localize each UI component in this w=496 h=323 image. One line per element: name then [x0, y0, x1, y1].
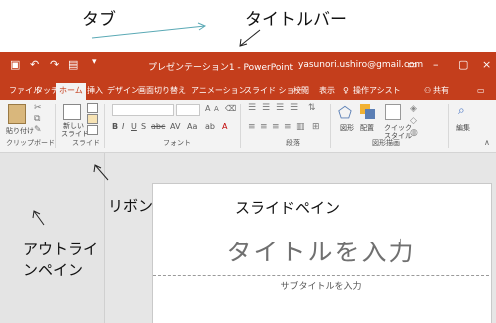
- titlebar-callout: タイトルバー: [245, 10, 347, 30]
- section-icon[interactable]: [87, 125, 98, 135]
- divider: [330, 104, 331, 148]
- shadow-icon[interactable]: S: [141, 122, 146, 131]
- customize-icon[interactable]: ▾: [92, 57, 97, 67]
- tab-view[interactable]: 表示: [316, 83, 338, 100]
- arrange-button-label[interactable]: 配置: [360, 124, 374, 132]
- line-spacing-icon[interactable]: ☰: [290, 103, 298, 113]
- font-name-combobox[interactable]: [112, 104, 174, 116]
- ribbon-display-icon[interactable]: ▭: [407, 58, 417, 71]
- copy-icon[interactable]: ⧉: [34, 114, 40, 124]
- underline-icon[interactable]: U: [131, 122, 137, 131]
- align-left-icon[interactable]: ≡: [248, 122, 256, 132]
- redo-icon[interactable]: ↷: [50, 58, 59, 71]
- undo-icon[interactable]: ↶: [30, 58, 39, 71]
- collapse-ribbon-icon[interactable]: ∧: [484, 138, 490, 147]
- tab-review[interactable]: 校閲: [290, 83, 312, 100]
- restore-icon[interactable]: ▢: [458, 58, 468, 71]
- title-bar: ▣ ↶ ↷ ▤ ▾ プレゼンテーション1 - PowerPoint yasuno…: [0, 52, 496, 80]
- tab-transitions[interactable]: 画面切り替え: [135, 83, 189, 100]
- numbering-icon[interactable]: ☰: [262, 103, 270, 113]
- divider: [104, 104, 105, 148]
- paste-icon[interactable]: [8, 104, 26, 124]
- font-color-icon[interactable]: A: [222, 122, 227, 131]
- arrange-icon-2: [365, 109, 375, 119]
- minimize-icon[interactable]: –: [433, 58, 439, 71]
- outline-pane-callout-line2: ンペイン: [23, 261, 84, 279]
- save-icon[interactable]: ▣: [10, 58, 20, 71]
- strikethrough-icon[interactable]: abc: [151, 122, 165, 131]
- shapes-button-label[interactable]: 図形: [340, 124, 354, 132]
- italic-icon[interactable]: I: [122, 122, 124, 131]
- change-case-icon[interactable]: Aa: [187, 122, 197, 131]
- presentation-icon[interactable]: ▤: [68, 58, 78, 71]
- outline-pane-callout-line1: アウトライ: [23, 240, 99, 258]
- ribbon: 貼り付け ✂ ⧉ ✎ クリップボード 新しい スライド スライド A A ⌫ B…: [0, 100, 496, 153]
- group-drawing: 図形描画: [372, 139, 400, 147]
- quick-styles-label-1[interactable]: クイック: [384, 124, 412, 132]
- clear-format-icon[interactable]: ⌫: [225, 104, 236, 113]
- paste-button-label[interactable]: 貼り付け: [6, 127, 34, 135]
- new-slide-label-2[interactable]: スライド: [61, 130, 89, 138]
- indent-icon[interactable]: ☰: [276, 103, 284, 113]
- search-icon[interactable]: ⌕: [458, 103, 465, 118]
- shapes-icon[interactable]: ⬠: [338, 103, 352, 122]
- shrink-font-icon[interactable]: A: [214, 105, 219, 113]
- tab-tell-me[interactable]: 操作アシスト: [350, 83, 404, 100]
- share-button[interactable]: 共有: [430, 83, 452, 100]
- cut-icon[interactable]: ✂: [34, 103, 42, 113]
- align-right-icon[interactable]: ≡: [272, 122, 280, 132]
- account-name[interactable]: yasunori.ushiro@gmail.com: [298, 60, 423, 70]
- text-direction-icon[interactable]: ⇅: [308, 103, 316, 113]
- layout-icon[interactable]: [87, 103, 98, 113]
- ribbon-callout: リボン: [108, 197, 154, 215]
- shape-fill-icon[interactable]: ◈: [410, 104, 417, 114]
- shape-effects-icon[interactable]: ◍: [410, 128, 418, 138]
- edit-button-label[interactable]: 編集: [456, 124, 470, 132]
- window-title: プレゼンテーション1 - PowerPoint: [148, 63, 294, 73]
- subtitle-placeholder-text: サブタイトルを入力: [280, 282, 362, 292]
- group-font: フォント: [163, 139, 191, 147]
- font-size-combobox[interactable]: [176, 104, 200, 116]
- ribbon-tabs: ファイル タッチ ホーム 挿入 デザイン 画面切り替え アニメーション スライド…: [0, 80, 496, 100]
- slide-pane-callout: スライドペイン: [235, 199, 341, 217]
- smartart-icon[interactable]: ⊞: [312, 122, 320, 132]
- divider: [55, 104, 56, 148]
- char-spacing-icon[interactable]: AV: [170, 122, 180, 131]
- divider: [240, 104, 241, 148]
- tab-callout: タブ: [82, 10, 116, 30]
- new-slide-label-1[interactable]: 新しい: [63, 122, 84, 130]
- bullets-icon[interactable]: ☰: [248, 103, 256, 113]
- highlight-icon[interactable]: ab: [205, 122, 215, 131]
- reset-icon[interactable]: [87, 114, 98, 124]
- comment-icon[interactable]: ▭: [474, 83, 488, 100]
- align-center-icon[interactable]: ≡: [260, 122, 268, 132]
- outline-pane[interactable]: [0, 153, 105, 323]
- group-slides: スライド: [72, 139, 100, 147]
- quick-styles-icon[interactable]: [385, 104, 401, 120]
- group-paragraph: 段落: [286, 139, 300, 147]
- close-icon[interactable]: ×: [482, 58, 491, 71]
- divider: [448, 104, 449, 148]
- tab-home[interactable]: ホーム: [56, 83, 86, 100]
- columns-icon[interactable]: ▥: [296, 122, 305, 132]
- group-clipboard: クリップボード: [6, 139, 55, 147]
- bold-icon[interactable]: B: [112, 122, 118, 131]
- justify-icon[interactable]: ≡: [284, 122, 292, 132]
- tab-insert[interactable]: 挿入: [84, 83, 106, 100]
- grow-font-icon[interactable]: A: [205, 104, 210, 113]
- shape-outline-icon[interactable]: ◇: [410, 116, 417, 126]
- new-slide-icon[interactable]: [63, 104, 81, 120]
- format-painter-icon[interactable]: ✎: [34, 125, 42, 135]
